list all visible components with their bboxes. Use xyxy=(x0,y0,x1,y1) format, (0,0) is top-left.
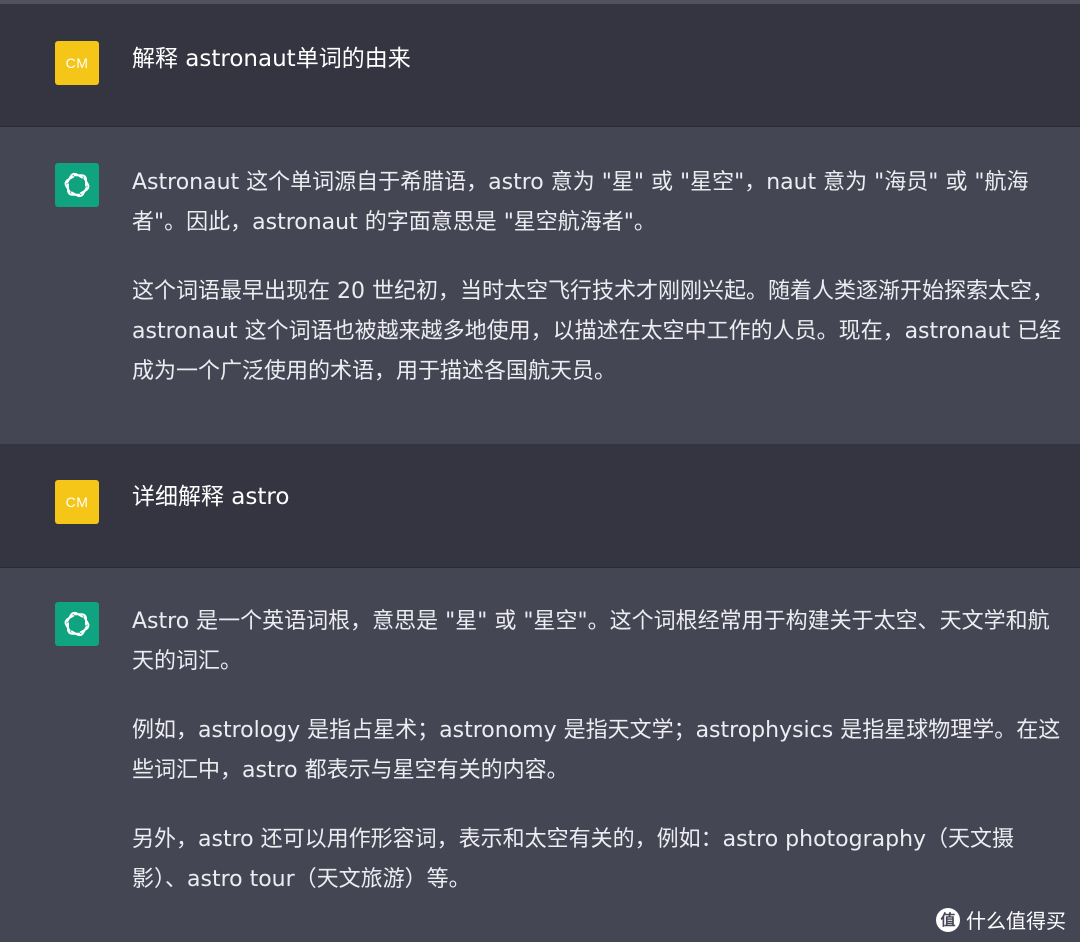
message-paragraph: 这个词语最早出现在 20 世纪初，当时太空飞行技术才刚刚兴起。随着人类逐渐开始探… xyxy=(132,279,1062,384)
assistant-message-row: Astronaut 这个单词源自于希腊语，astro 意为 "星" 或 "星空"… xyxy=(0,127,1080,444)
assistant-message-row: Astro 是一个英语词根，意思是 "星" 或 "星空"。这个词根经常用于构建关… xyxy=(0,568,1080,942)
message-paragraph: 解释 astronaut单词的由来 xyxy=(132,46,411,72)
avatar-initials: CM xyxy=(65,494,89,510)
message-paragraph: Astro 是一个英语词根，意思是 "星" 或 "星空"。这个词根经常用于构建关… xyxy=(132,609,1050,674)
message-paragraph: 例如，astrology 是指占星术；astronomy 是指天文学；astro… xyxy=(132,718,1061,783)
message-content: 解释 astronaut单词的由来 xyxy=(132,39,1066,79)
site-watermark: 值 什么值得买 xyxy=(936,905,1066,934)
watermark-text: 什么值得买 xyxy=(966,909,1066,933)
user-message-row: CM 解释 astronaut单词的由来 xyxy=(0,4,1080,127)
avatar-initials: CM xyxy=(65,55,89,71)
user-avatar: CM xyxy=(55,41,99,85)
openai-logo-icon xyxy=(55,602,99,646)
message-paragraph: 详细解释 astro xyxy=(132,484,290,510)
message-paragraph: 另外，astro 还可以用作形容词，表示和太空有关的，例如：astro phot… xyxy=(132,827,1015,892)
message-content: 详细解释 astro xyxy=(132,477,1066,517)
openai-logo-icon xyxy=(55,163,99,207)
message-content: Astro 是一个英语词根，意思是 "星" 或 "星空"。这个词根经常用于构建关… xyxy=(132,602,1066,900)
user-message-row: CM 详细解释 astro xyxy=(0,444,1080,568)
user-avatar: CM xyxy=(55,480,99,524)
message-paragraph: Astronaut 这个单词源自于希腊语，astro 意为 "星" 或 "星空"… xyxy=(132,170,1029,235)
message-content: Astronaut 这个单词源自于希腊语，astro 意为 "星" 或 "星空"… xyxy=(132,163,1066,392)
watermark-logo-icon: 值 xyxy=(936,907,960,932)
